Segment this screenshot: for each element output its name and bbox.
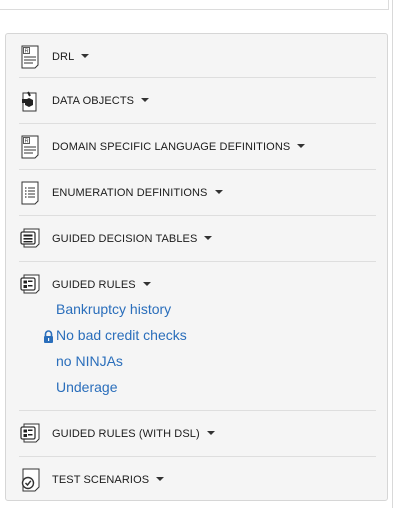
guided-rule-icon [19,273,41,297]
caret-down-icon[interactable] [81,54,90,58]
top-bar [0,0,389,10]
svg-text:R: R [25,139,29,145]
caret-down-icon[interactable] [142,282,151,286]
section-label[interactable]: ENUMERATION DEFINITIONS [52,187,208,199]
scroll-edge [392,0,393,508]
caret-down-icon[interactable] [206,431,215,435]
asset-link[interactable]: Underage [56,379,118,395]
section-test-scenarios[interactable]: TEST SCENARIOS [19,457,376,503]
section-guided-decision-tables[interactable]: GUIDED DECISION TABLES [19,216,376,262]
section-guided-rules-dsl[interactable]: GUIDED RULES (WITH DSL) [19,411,376,457]
enumeration-list-icon [19,181,41,205]
caret-down-icon[interactable] [204,236,213,240]
caret-down-icon[interactable] [297,144,306,148]
svg-text:R: R [25,49,29,55]
section-label[interactable]: GUIDED RULES [52,279,136,291]
guided-rule-dsl-icon [19,422,41,446]
decision-table-icon [19,227,41,251]
caret-down-icon[interactable] [214,190,223,194]
section-label[interactable]: GUIDED RULES (WITH DSL) [52,428,200,440]
data-object-icon [19,89,41,113]
section-label[interactable]: TEST SCENARIOS [52,474,149,486]
section-label[interactable]: DRL [52,51,74,63]
section-data-objects[interactable]: DATA OBJECTS [19,78,376,124]
lock-icon [43,330,54,348]
section-label[interactable]: DOMAIN SPECIFIC LANGUAGE DEFINITIONS [52,141,290,153]
section-label[interactable]: GUIDED DECISION TABLES [52,233,197,245]
caret-down-icon[interactable] [141,98,150,102]
asset-link[interactable]: No bad credit checks [56,327,187,343]
section-enumeration-definitions[interactable]: ENUMERATION DEFINITIONS [19,170,376,216]
section-label[interactable]: DATA OBJECTS [52,95,134,107]
drl-document-icon: R [19,45,41,69]
section-drl[interactable]: R DRL [19,34,376,80]
asset-link[interactable]: no NINJAs [56,353,123,369]
asset-list-panel: R DRL DATA OBJECTS R DOMAIN SPECIFIC LAN… [5,33,388,501]
dsl-document-icon: R [19,135,41,159]
section-dsl-definitions[interactable]: R DOMAIN SPECIFIC LANGUAGE DEFINITIONS [19,124,376,170]
test-scenario-icon [19,468,41,492]
asset-link[interactable]: Bankruptcy history [56,301,171,317]
caret-down-icon[interactable] [156,477,165,481]
